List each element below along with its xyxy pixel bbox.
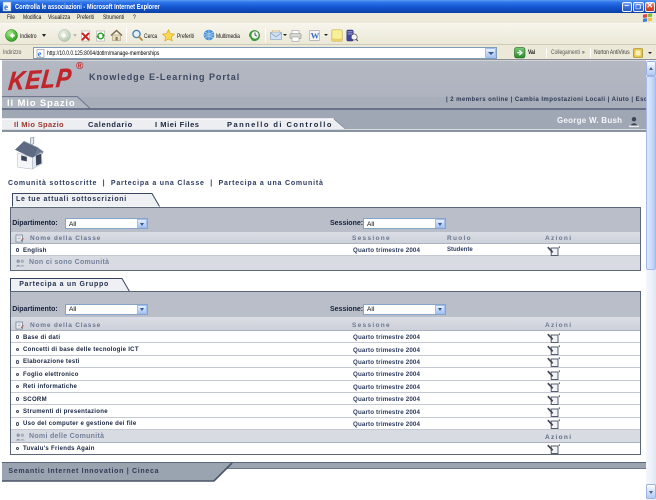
svg-text:e: e: [4, 2, 8, 12]
svg-text:e: e: [37, 49, 41, 58]
svg-text:W: W: [310, 30, 319, 40]
